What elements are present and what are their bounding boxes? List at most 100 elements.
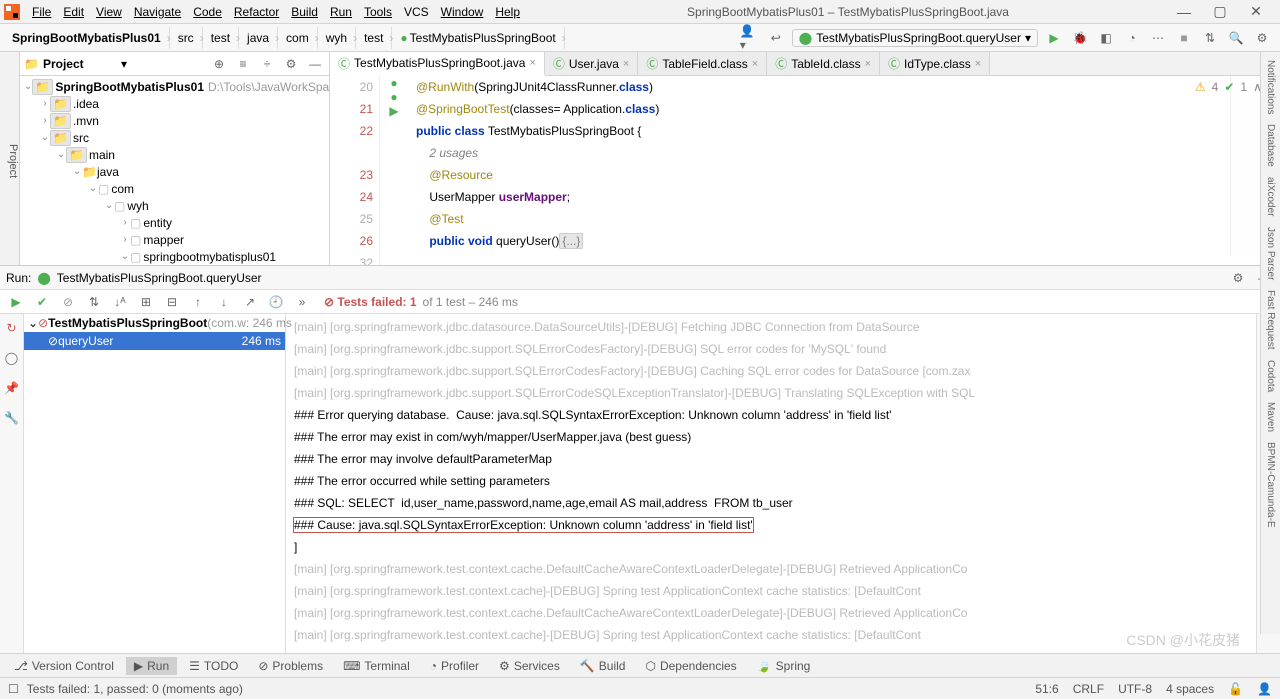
right-tab-fast-request[interactable]: Fast Request xyxy=(1265,286,1276,353)
settings-button[interactable]: ⚙ xyxy=(1252,28,1272,48)
right-tab-codota[interactable]: Codota xyxy=(1265,356,1276,396)
editor-tab[interactable]: ⒸTableField.class× xyxy=(638,52,767,75)
expand-icon[interactable]: ⊞ xyxy=(136,292,156,312)
run-config-selector[interactable]: ⬤TestMybatisPlusSpringBoot.queryUser ▾ xyxy=(792,29,1038,47)
bottom-tab-build[interactable]: 🔨Build xyxy=(572,657,634,675)
menu-view[interactable]: View xyxy=(90,3,128,21)
rerun-button[interactable]: ▶ xyxy=(6,292,26,312)
bottom-tab-spring[interactable]: 🍃Spring xyxy=(749,657,819,675)
tree-node[interactable]: ⌄▢com xyxy=(20,180,329,197)
console-output[interactable]: [main] [org.springframework.jdbc.datasou… xyxy=(286,314,1256,653)
rerun-failed-icon[interactable]: ↻ xyxy=(2,318,22,338)
settings-icon[interactable]: ⚙ xyxy=(1228,268,1248,288)
stop-button[interactable]: ■ xyxy=(1174,28,1194,48)
test-tree[interactable]: ⌄ ⊘ TestMybatisPlusSpringBoot (com.w: 24… xyxy=(24,314,286,653)
hide-icon[interactable]: — xyxy=(305,54,325,74)
editor-tab[interactable]: ⒸIdType.class× xyxy=(880,52,990,75)
collapse-icon[interactable]: ⊟ xyxy=(162,292,182,312)
breadcrumb[interactable]: ●TestMybatisPlusSpringBoot xyxy=(392,27,564,49)
tree-node[interactable]: ⌄📁src xyxy=(20,129,329,146)
bottom-tab-terminal[interactable]: ⌨Terminal xyxy=(335,657,418,675)
bottom-tab-problems[interactable]: ⊘Problems xyxy=(250,657,331,675)
collapse-all-icon[interactable]: ÷ xyxy=(257,54,277,74)
tree-node[interactable]: ⌄▢wyh xyxy=(20,197,329,214)
right-tab-notifications[interactable]: Notifications xyxy=(1265,56,1276,118)
breadcrumb[interactable]: SpringBootMybatisPlus01 xyxy=(4,27,170,49)
bottom-tab-run[interactable]: ▶Run xyxy=(126,657,177,675)
close-icon[interactable]: × xyxy=(623,58,629,70)
bottom-tab-version-control[interactable]: ⎇Version Control xyxy=(6,657,122,675)
menu-refactor[interactable]: Refactor xyxy=(228,3,285,21)
readonly-icon[interactable]: 🔓 xyxy=(1228,682,1243,696)
editor-tab[interactable]: ⒸTableId.class× xyxy=(767,52,880,75)
expand-all-icon[interactable]: ≡ xyxy=(233,54,253,74)
breadcrumb[interactable]: test xyxy=(356,27,392,49)
right-tab-database[interactable]: Database xyxy=(1265,120,1276,171)
menu-edit[interactable]: Edit xyxy=(57,3,90,21)
editor-tab[interactable]: ⒸTestMybatisPlusSpringBoot.java× xyxy=(330,52,545,76)
next-icon[interactable]: ↓ xyxy=(214,292,234,312)
wrench-icon[interactable]: 🔧 xyxy=(2,408,22,428)
run-button[interactable]: ▶ xyxy=(1044,28,1064,48)
minimize-button[interactable]: — xyxy=(1170,3,1198,21)
close-icon[interactable]: × xyxy=(975,58,981,70)
bottom-tab-todo[interactable]: ☰TODO xyxy=(181,657,246,675)
chevron-down-icon[interactable]: ▾ xyxy=(121,57,127,71)
sort-icon[interactable]: ⇅ xyxy=(84,292,104,312)
right-tab-json-parser[interactable]: Json Parser xyxy=(1265,223,1276,284)
coverage-button[interactable]: ◧ xyxy=(1096,28,1116,48)
pin-icon[interactable]: 📌 xyxy=(2,378,22,398)
right-tab-aixcoder[interactable]: aiXcoder xyxy=(1265,173,1276,220)
tree-node[interactable]: ›📁.idea xyxy=(20,95,329,112)
select-opened-file-icon[interactable]: ⊕ xyxy=(209,54,229,74)
prev-icon[interactable]: ↑ xyxy=(188,292,208,312)
indent[interactable]: 4 spaces xyxy=(1166,682,1214,696)
tree-node[interactable]: ⌄📁main xyxy=(20,146,329,163)
debug-button[interactable]: 🐞 xyxy=(1070,28,1090,48)
maximize-button[interactable]: ▢ xyxy=(1206,3,1234,21)
project-view-icon[interactable]: 📁 xyxy=(24,57,39,71)
breadcrumb[interactable]: src xyxy=(170,27,203,49)
close-icon[interactable]: × xyxy=(529,57,535,69)
code-editor[interactable]: 2021222324252632 ●●▶ @RunWith(SpringJUni… xyxy=(330,76,1280,265)
more-icon[interactable]: » xyxy=(292,292,312,312)
right-tab-bpmn-camunda-e[interactable]: BPMN-Camunda-E xyxy=(1265,438,1276,532)
tree-node[interactable]: ›▢mapper xyxy=(20,231,329,248)
git-button[interactable]: ⇅ xyxy=(1200,28,1220,48)
attach-button[interactable]: ⋯ xyxy=(1148,28,1168,48)
menu-vcs[interactable]: VCS xyxy=(398,3,435,21)
menu-tools[interactable]: Tools xyxy=(358,3,398,21)
close-button[interactable]: ✕ xyxy=(1242,3,1270,21)
inspect-icon[interactable]: 👤 xyxy=(1257,682,1272,696)
menu-navigate[interactable]: Navigate xyxy=(128,3,187,21)
file-encoding[interactable]: UTF-8 xyxy=(1118,682,1152,696)
menu-build[interactable]: Build xyxy=(285,3,324,21)
export-icon[interactable]: ↗ xyxy=(240,292,260,312)
menu-help[interactable]: Help xyxy=(489,3,526,21)
user-icon[interactable]: 👤▾ xyxy=(740,28,760,48)
breadcrumb[interactable]: test xyxy=(203,27,239,49)
menu-run[interactable]: Run xyxy=(324,3,358,21)
breadcrumb[interactable]: wyh xyxy=(318,27,356,49)
bottom-tab-services[interactable]: ⚙Services xyxy=(491,657,568,675)
editor-tab[interactable]: ⒸUser.java× xyxy=(545,52,638,75)
bottom-tab-profiler[interactable]: ◔Profiler xyxy=(422,657,487,675)
toggle-ignore-icon[interactable]: ⊘ xyxy=(58,292,78,312)
project-tree[interactable]: ⌄📁SpringBootMybatisPlus01 D:\Tools\JavaW… xyxy=(20,76,329,265)
menu-code[interactable]: Code xyxy=(187,3,228,21)
breadcrumb[interactable]: com xyxy=(278,27,318,49)
close-icon[interactable]: × xyxy=(752,58,758,70)
line-separator[interactable]: CRLF xyxy=(1073,682,1104,696)
toggle-pass-icon[interactable]: ✔ xyxy=(32,292,52,312)
sort-abc-icon[interactable]: ↓ᴬ xyxy=(110,292,130,312)
tree-node[interactable]: ⌄▢springbootmybatisplus01 xyxy=(20,248,329,265)
settings-icon[interactable]: ⚙ xyxy=(281,54,301,74)
menu-window[interactable]: Window xyxy=(435,3,490,21)
right-tab-maven[interactable]: Maven xyxy=(1265,398,1276,436)
left-tool-stripe[interactable]: Project xyxy=(0,52,20,265)
close-icon[interactable]: × xyxy=(865,58,871,70)
toggle-auto-icon[interactable]: ◯ xyxy=(2,348,22,368)
caret-position[interactable]: 51:6 xyxy=(1035,682,1058,696)
search-everywhere-button[interactable]: 🔍 xyxy=(1226,28,1246,48)
tree-node[interactable]: ›▢entity xyxy=(20,214,329,231)
